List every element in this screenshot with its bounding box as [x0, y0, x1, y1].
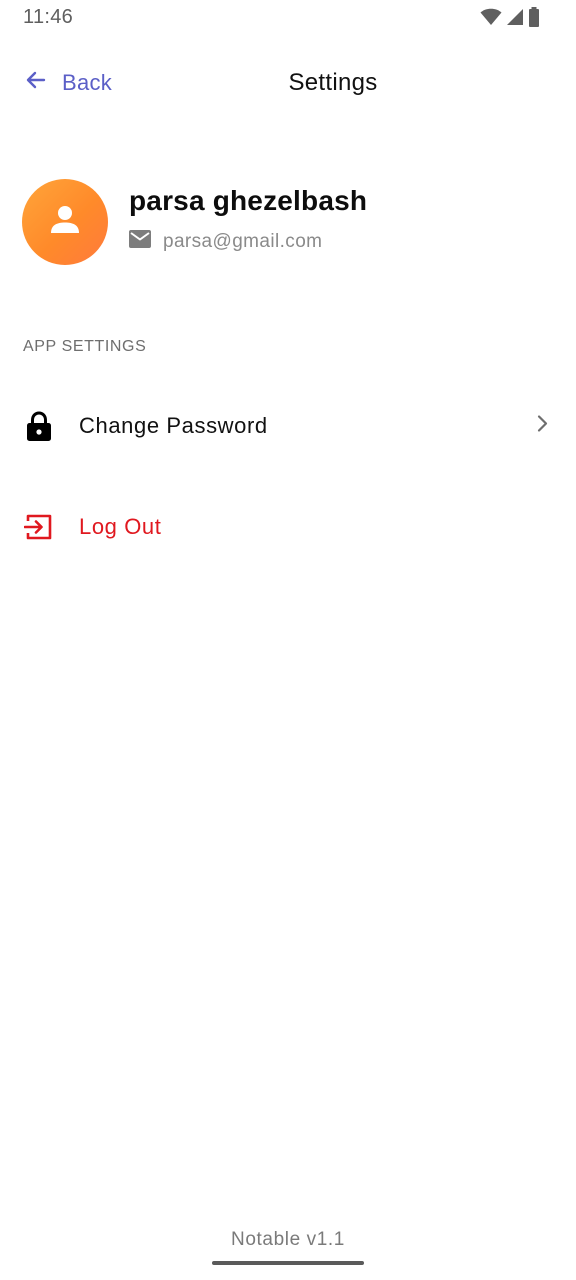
mail-icon	[129, 230, 151, 253]
wifi-icon	[480, 8, 502, 26]
battery-icon	[528, 7, 540, 27]
lock-icon	[24, 411, 54, 441]
app-header: Back Settings	[0, 56, 576, 112]
profile-email-row: parsa@gmail.com	[129, 230, 322, 253]
status-bar: 11:46	[0, 0, 576, 34]
profile-name: parsa ghezelbash	[129, 185, 368, 216]
status-icons	[480, 7, 540, 27]
logout-icon	[24, 512, 54, 542]
status-time: 11:46	[23, 6, 74, 28]
settings-screen: 11:46 Back Settings parsa ghezelbash par…	[0, 0, 576, 1280]
change-password-item[interactable]: Change Password	[0, 391, 576, 461]
chevron-right-icon	[536, 415, 548, 438]
avatar	[22, 179, 108, 265]
profile-card: parsa ghezelbash parsa@gmail.com	[22, 179, 562, 265]
change-password-label: Change Password	[79, 413, 268, 438]
logout-item[interactable]: Log Out	[0, 492, 576, 562]
app-version: Notable v1.1	[231, 1229, 345, 1250]
logout-label: Log Out	[79, 514, 162, 539]
app-settings-section-title: APP SETTINGS	[23, 338, 147, 355]
cellular-signal-icon	[506, 8, 524, 26]
page-title: Settings	[288, 69, 378, 96]
profile-email: parsa@gmail.com	[163, 230, 323, 252]
home-indicator[interactable]	[212, 1261, 364, 1265]
person-icon	[48, 203, 82, 242]
